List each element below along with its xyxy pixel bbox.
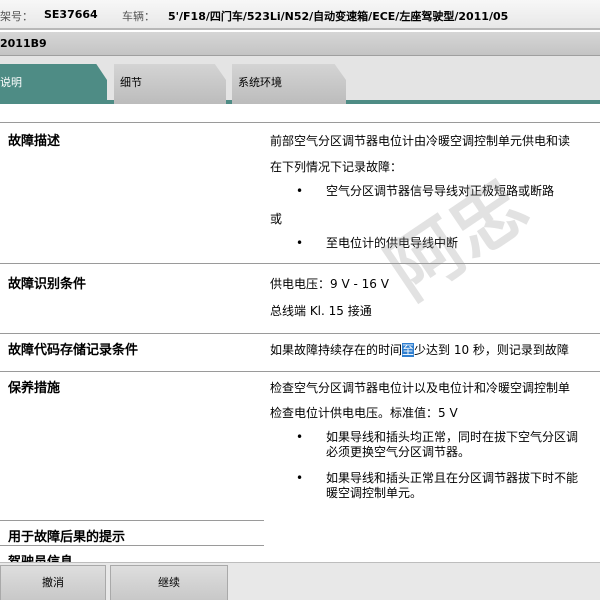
maintenance-bullet: 必须更换空气分区调节器。 — [326, 445, 471, 459]
divider — [0, 122, 264, 123]
divider — [0, 545, 264, 546]
description-text: 在下列情况下记录故障： — [270, 160, 403, 174]
fault-code: 2011B9 — [0, 37, 47, 50]
bullet-icon: • — [296, 184, 304, 198]
identification-text: 总线端 Kl. 15 接通 — [270, 304, 372, 318]
fault-detail-content[interactable]: 故障描述 前部空气分区调节器电位计由冷暖空调控制单元供电和读 在下列情况下记录故… — [0, 108, 600, 562]
tab-label: 系统环境 — [238, 76, 282, 89]
storage-text-part: 如果故障持续存在的时间 — [270, 343, 403, 357]
storage-text-part: 少达到 10 秒，则记录到故障 — [414, 343, 569, 357]
divider — [264, 333, 600, 334]
tab-description[interactable]: 说明 — [0, 64, 107, 104]
section-title: 故障描述 — [8, 134, 61, 149]
divider — [0, 371, 264, 372]
tab-label: 细节 — [120, 76, 142, 89]
maintenance-bullet: 暖空调控制单元。 — [326, 486, 423, 500]
divider — [0, 333, 264, 334]
chassis-number-label: 架号： — [0, 10, 33, 23]
fault-code-bar: 2011B9 — [0, 32, 600, 56]
maintenance-text: 检查空气分区调节器电位计以及电位计和冷暖空调控制单 — [270, 381, 571, 395]
section-title: 故障代码存储记录条件 — [8, 343, 139, 358]
chassis-number-value: SE37664 — [44, 8, 98, 21]
maintenance-text: 检查电位计供电电压。标准值：5 V — [270, 406, 458, 420]
bullet-icon: • — [296, 430, 304, 444]
bullet-icon: • — [296, 236, 304, 250]
tab-label: 说明 — [0, 76, 22, 89]
identification-text: 供电电压：9 V - 16 V — [270, 277, 389, 291]
divider — [0, 520, 264, 521]
section-title: 保养措施 — [8, 381, 61, 396]
divider — [264, 371, 600, 372]
button-bar: 撤消 继续 — [0, 562, 600, 600]
divider — [264, 122, 600, 123]
cancel-button[interactable]: 撤消 — [0, 565, 106, 600]
storage-text: 如果故障持续存在的时间至少达到 10 秒，则记录到故障 — [270, 341, 569, 358]
section-title: 用于故障后果的提示 — [8, 530, 126, 545]
section-title: 驾驶员信息 — [8, 551, 73, 562]
text-selection: 至 — [402, 343, 415, 357]
description-bullet: 至电位计的供电导线中断 — [326, 236, 459, 250]
continue-button[interactable]: 继续 — [110, 565, 228, 600]
bullet-icon: • — [296, 471, 304, 485]
vehicle-info-bar: 架号： SE37664 车辆： 5'/F18/四门车/523Li/N52/自动变… — [0, 0, 600, 30]
description-bullet: 空气分区调节器信号导线对正极短路或断路 — [326, 184, 555, 198]
maintenance-bullet: 如果导线和插头正常且在分区调节器拔下时不能 — [326, 471, 579, 485]
section-title: 故障识别条件 — [8, 277, 87, 292]
tab-system-environment[interactable]: 系统环境 — [232, 64, 346, 104]
description-text: 或 — [270, 212, 283, 226]
divider — [264, 263, 600, 264]
vehicle-value: 5'/F18/四门车/523Li/N52/自动变速箱/ECE/左座驾驶型/201… — [168, 10, 509, 23]
tab-strip: 说明 细节 系统环境 — [0, 56, 600, 104]
maintenance-bullet: 如果导线和插头均正常，同时在拔下空气分区调 — [326, 430, 579, 444]
tab-details[interactable]: 细节 — [114, 64, 226, 104]
divider — [0, 263, 264, 264]
vehicle-label: 车辆： — [122, 10, 155, 23]
description-text: 前部空气分区调节器电位计由冷暖空调控制单元供电和读 — [270, 134, 571, 148]
